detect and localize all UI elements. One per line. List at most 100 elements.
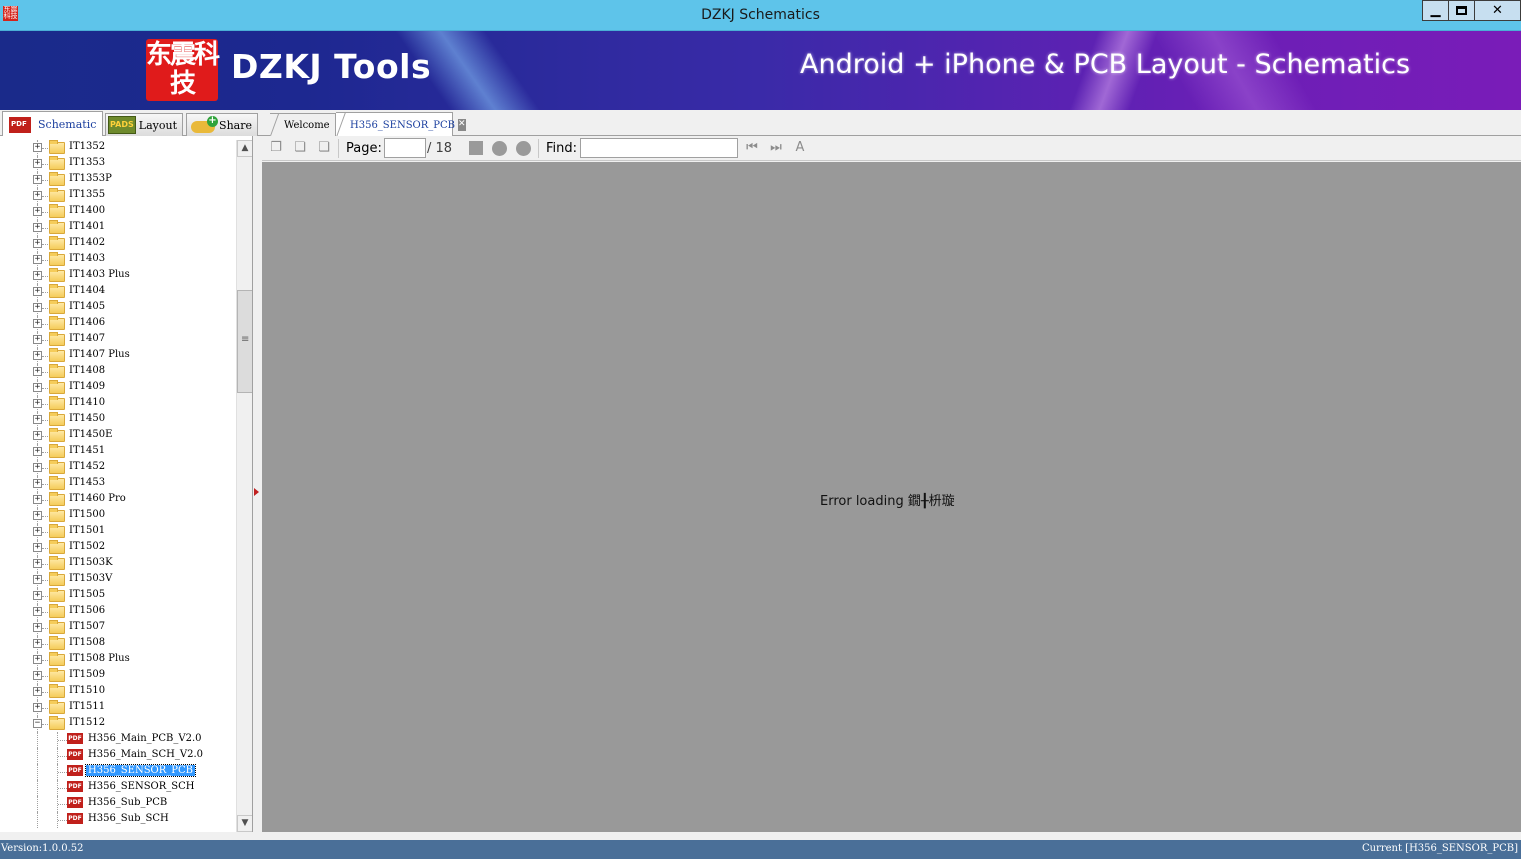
tree-folder-item[interactable]: + IT1501 xyxy=(0,524,236,540)
collapse-arrow-icon[interactable] xyxy=(254,488,259,496)
expand-icon[interactable]: + xyxy=(33,479,42,488)
expand-icon[interactable]: + xyxy=(33,223,42,232)
tree-folder-item[interactable]: + IT1503V xyxy=(0,572,236,588)
expand-icon[interactable]: + xyxy=(33,511,42,520)
expand-icon[interactable]: + xyxy=(33,255,42,264)
tree-folder-item[interactable]: + IT1403 Plus xyxy=(0,268,236,284)
tree-folder-item[interactable]: + IT1508 xyxy=(0,636,236,652)
tree-folder-item[interactable]: + IT1502 xyxy=(0,540,236,556)
expand-icon[interactable]: + xyxy=(33,543,42,552)
expand-icon[interactable]: + xyxy=(33,239,42,248)
expand-icon[interactable]: + xyxy=(33,383,42,392)
font-options-icon[interactable]: A xyxy=(792,140,808,156)
paste-icon[interactable]: ❏ xyxy=(316,140,332,156)
minimize-button[interactable]: ▁ xyxy=(1422,0,1449,21)
expand-icon[interactable]: + xyxy=(33,623,42,632)
expand-icon[interactable]: + xyxy=(33,655,42,664)
expand-icon[interactable]: + xyxy=(33,703,42,712)
expand-icon[interactable]: + xyxy=(33,607,42,616)
tree-folder-item[interactable]: + IT1401 xyxy=(0,220,236,236)
copy-icon[interactable]: ❏ xyxy=(292,140,308,156)
tree-folder-item[interactable]: + IT1503K xyxy=(0,556,236,572)
tree-folder-item[interactable]: + IT1407 Plus xyxy=(0,348,236,364)
tree-folder-item[interactable]: + IT1509 xyxy=(0,668,236,684)
expand-icon[interactable]: + xyxy=(33,303,42,312)
tree-folder-item[interactable]: + IT1507 xyxy=(0,620,236,636)
scroll-up-icon[interactable]: ▲ xyxy=(237,140,252,157)
expand-icon[interactable]: + xyxy=(33,175,42,184)
tree-folder-item[interactable]: + IT1405 xyxy=(0,300,236,316)
expand-icon[interactable]: + xyxy=(33,447,42,456)
find-next-icon[interactable]: ⏭ xyxy=(768,140,784,156)
tab-layout[interactable]: PADS Layout xyxy=(105,113,183,136)
find-input[interactable] xyxy=(580,138,738,158)
maximize-button[interactable] xyxy=(1448,0,1475,21)
expand-icon[interactable]: + xyxy=(33,639,42,648)
expand-icon[interactable]: + xyxy=(33,319,42,328)
find-previous-icon[interactable]: ⏮ xyxy=(744,140,760,156)
expand-icon[interactable]: + xyxy=(33,191,42,200)
close-tab-icon[interactable]: ✕ xyxy=(458,119,466,131)
page-input[interactable] xyxy=(384,138,426,158)
expand-icon[interactable]: + xyxy=(33,399,42,408)
tree-file-item[interactable]: PDF H356_Main_SCH_V2.0 xyxy=(0,748,236,764)
tree-folder-item[interactable]: + IT1400 xyxy=(0,204,236,220)
tree-file-item[interactable]: PDF H356_Main_PCB_V2.0 xyxy=(0,732,236,748)
expand-icon[interactable]: + xyxy=(33,559,42,568)
expand-icon[interactable]: + xyxy=(33,415,42,424)
tree-folder-item[interactable]: + IT1407 xyxy=(0,332,236,348)
expand-icon[interactable]: + xyxy=(33,207,42,216)
tree-folder-item[interactable]: + IT1500 xyxy=(0,508,236,524)
tree-folder-item[interactable]: + IT1451 xyxy=(0,444,236,460)
expand-icon[interactable]: + xyxy=(33,463,42,472)
tree-folder-item[interactable]: + IT1402 xyxy=(0,236,236,252)
expand-icon[interactable]: + xyxy=(33,591,42,600)
tree-folder-item[interactable]: + IT1460 Pro xyxy=(0,492,236,508)
tree-folder-item[interactable]: + IT1450 xyxy=(0,412,236,428)
expand-icon[interactable]: + xyxy=(33,287,42,296)
expand-icon[interactable]: + xyxy=(33,351,42,360)
tree-folder-item[interactable]: + IT1353P xyxy=(0,172,236,188)
expand-icon[interactable]: + xyxy=(33,671,42,680)
expand-icon[interactable]: + xyxy=(33,687,42,696)
tree-folder-item[interactable]: + IT1453 xyxy=(0,476,236,492)
stop-icon[interactable] xyxy=(469,141,483,155)
close-button[interactable]: ✕ xyxy=(1474,0,1521,21)
tree-folder-item[interactable]: + IT1403 xyxy=(0,252,236,268)
tree-folder-item[interactable]: + IT1408 xyxy=(0,364,236,380)
tab-welcome[interactable]: Welcome xyxy=(270,113,336,136)
scroll-thumb[interactable]: ≡ xyxy=(237,290,252,393)
expand-icon[interactable]: + xyxy=(33,527,42,536)
tab-h356-sensor-pcb[interactable]: H356_SENSOR_PCB ✕ xyxy=(336,112,466,137)
tree-file-item[interactable]: PDF H356_SENSOR_PCB xyxy=(0,764,236,780)
panel-splitter[interactable] xyxy=(253,136,261,832)
tree-folder-item[interactable]: + IT1508 Plus xyxy=(0,652,236,668)
tree-folder-item[interactable]: + IT1506 xyxy=(0,604,236,620)
collapse-icon[interactable]: − xyxy=(33,719,42,728)
scroll-down-icon[interactable]: ▼ xyxy=(237,815,252,832)
tab-share[interactable]: + Share xyxy=(186,113,258,136)
tree-folder-item[interactable]: + IT1511 xyxy=(0,700,236,716)
tree-folder-item[interactable]: + IT1450E xyxy=(0,428,236,444)
tree-folder-item[interactable]: + IT1505 xyxy=(0,588,236,604)
tree-file-item[interactable]: PDF H356_SENSOR_SCH xyxy=(0,780,236,796)
tree-folder-item[interactable]: + IT1406 xyxy=(0,316,236,332)
open-file-icon[interactable]: ❐ xyxy=(268,140,284,156)
expand-icon[interactable]: + xyxy=(33,271,42,280)
record-icon[interactable] xyxy=(492,141,507,156)
tree-file-item[interactable]: PDF H356_Sub_PCB xyxy=(0,796,236,812)
tree-folder-item[interactable]: + IT1452 xyxy=(0,460,236,476)
tree-folder-item[interactable]: + IT1404 xyxy=(0,284,236,300)
expand-icon[interactable]: + xyxy=(33,575,42,584)
expand-icon[interactable]: + xyxy=(33,495,42,504)
expand-icon[interactable]: + xyxy=(33,143,42,152)
tree-folder-item[interactable]: + IT1352 xyxy=(0,140,236,156)
tree-scrollbar[interactable]: ▲ ≡ ▼ xyxy=(236,140,252,832)
tree-folder-item[interactable]: + IT1409 xyxy=(0,380,236,396)
expand-icon[interactable]: + xyxy=(33,431,42,440)
tree-folder-item[interactable]: + IT1510 xyxy=(0,684,236,700)
document-viewer[interactable]: Error loading 鐗╂枡璇 xyxy=(262,162,1521,832)
tree-file-item[interactable]: PDF H356_Sub_SCH xyxy=(0,812,236,828)
tree-folder-item[interactable]: + IT1355 xyxy=(0,188,236,204)
record-icon[interactable] xyxy=(516,141,531,156)
